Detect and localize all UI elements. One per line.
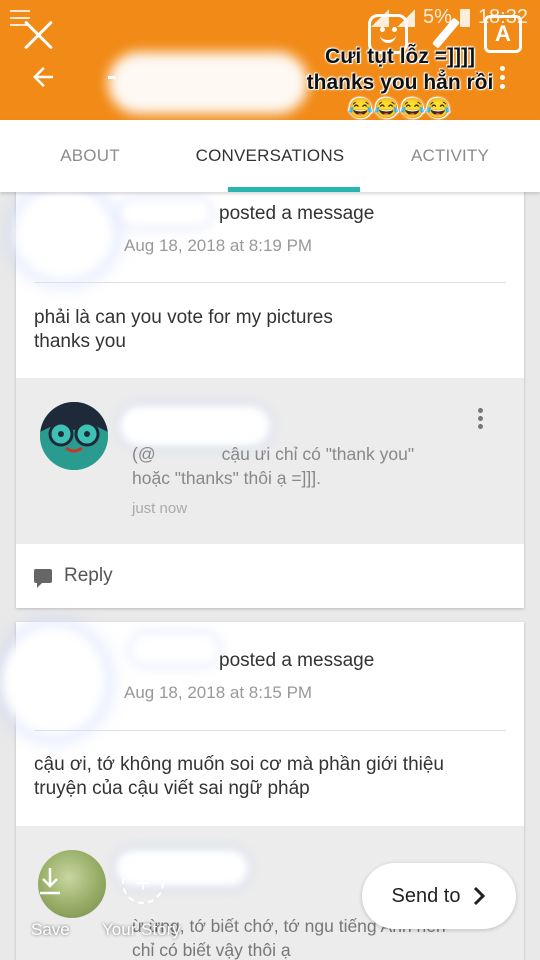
app-header: 5% 18:32 A Cưi tụt lỗz =]]]] thanks you … xyxy=(0,0,540,120)
redacted-title xyxy=(108,52,308,114)
post-action-text: posted a message xyxy=(219,650,375,671)
replier-avatar[interactable] xyxy=(40,402,108,470)
reply-text: (@ cậu ưi chỉ có "thank you" hoặc "thanks… xyxy=(132,442,414,490)
message-line: phải là can you vote for my pictures xyxy=(34,307,333,328)
post-action-text: posted a message xyxy=(219,203,375,224)
divider xyxy=(34,282,506,283)
redacted-username xyxy=(132,634,218,664)
chevron-right-icon xyxy=(474,886,486,906)
send-to-button[interactable]: Send to xyxy=(362,863,516,929)
reply-line: hoặc "thanks" thôi ạ =]]]. xyxy=(132,468,321,488)
tab-conversations[interactable]: CONVERSATIONS xyxy=(180,120,360,192)
tab-about[interactable]: ABOUT xyxy=(0,120,180,192)
add-story-icon[interactable]: + xyxy=(122,862,164,904)
caption-line-1: Cưi tụt lỗz =]]]] xyxy=(325,45,475,68)
your-story-label[interactable]: Your Story xyxy=(102,920,181,940)
reply-more-icon[interactable] xyxy=(478,408,484,432)
tab-activity[interactable]: ACTIVITY xyxy=(360,120,540,192)
redacted-avatar xyxy=(14,188,114,280)
caption-emojis: 😂😂😂😂 xyxy=(348,98,452,120)
post-date: Aug 18, 2018 at 8:15 PM xyxy=(124,683,313,702)
post-date: Aug 18, 2018 at 8:19 PM xyxy=(124,236,313,255)
message-line: truyện của cậu viết sai ngữ pháp xyxy=(34,778,310,799)
redacted-username xyxy=(122,200,210,226)
owl-avatar-icon xyxy=(40,402,108,470)
reply-line: (@ cậu ưi chỉ có "thank you" xyxy=(132,444,415,464)
reply-line: chỉ có biết vậy thôi ạ xyxy=(132,940,291,960)
caption-line-2: thanks you hẳn rồi xyxy=(306,71,494,94)
chat-bubble-icon xyxy=(34,569,52,588)
reply-button[interactable]: Reply xyxy=(16,544,524,608)
download-icon[interactable] xyxy=(38,866,62,896)
story-caption: Cưi tụt lỗz =]]]] thanks you hẳn rồi 😂😂😂… xyxy=(300,44,500,122)
redacted-replier-name xyxy=(120,406,270,446)
reply-label: Reply xyxy=(64,565,113,586)
reply-time: just now xyxy=(132,500,188,517)
profile-tabs: ABOUT CONVERSATIONS ACTIVITY xyxy=(0,120,540,192)
back-arrow-icon[interactable] xyxy=(28,62,58,92)
close-icon[interactable] xyxy=(22,18,56,52)
send-to-label: Send to xyxy=(391,884,461,907)
reply-thread: (@ cậu ưi chỉ có "thank you" hoặc "thanks… xyxy=(16,378,524,544)
divider xyxy=(34,730,506,731)
save-label[interactable]: Save xyxy=(31,920,70,940)
more-options-icon[interactable] xyxy=(500,66,506,92)
message-line: thanks you xyxy=(34,331,126,352)
message-text: cậu ơi, tớ không muốn soi cơ mà phần giớ… xyxy=(34,753,444,801)
message-line: cậu ơi, tớ không muốn soi cơ mà phần giớ… xyxy=(34,754,444,775)
redacted-avatar xyxy=(2,626,106,736)
message-text: phải là can you vote for my pictures tha… xyxy=(34,306,333,354)
conversation-card: posted a message Aug 18, 2018 at 8:19 PM… xyxy=(14,182,524,608)
